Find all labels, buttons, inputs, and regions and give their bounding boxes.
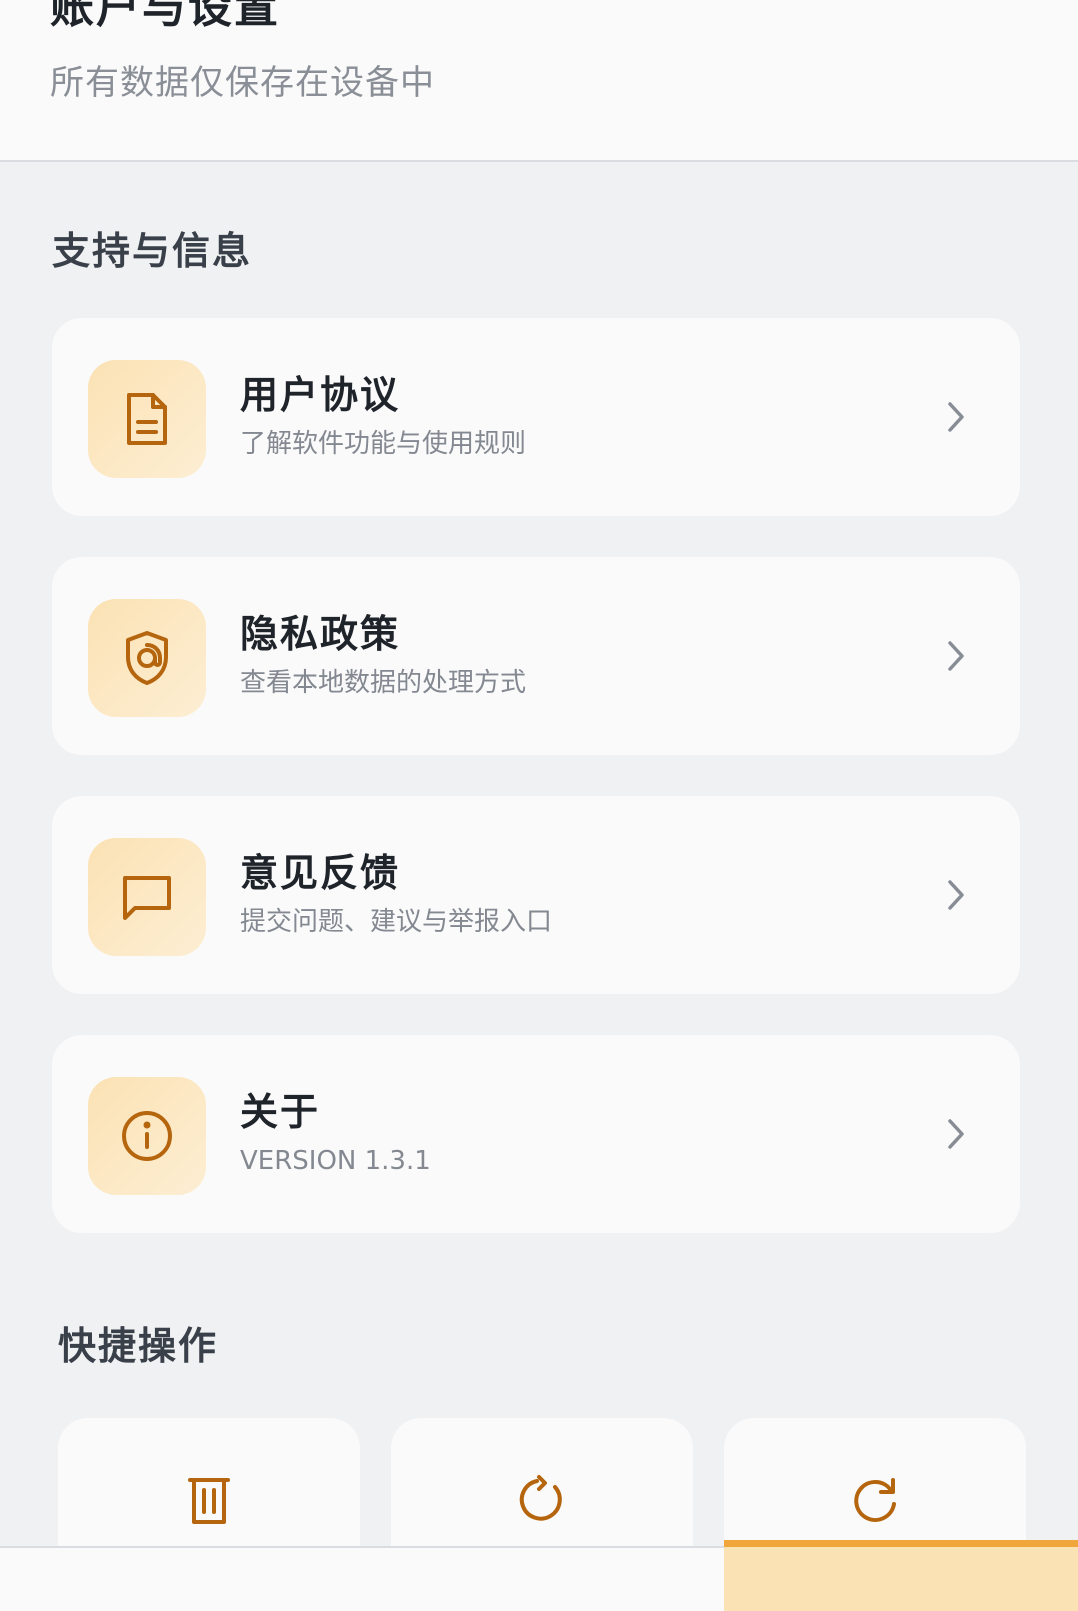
chevron-right-icon [936,636,976,676]
item-title: 意见反馈 [240,851,401,895]
item-subtitle: 查看本地数据的处理方式 [240,668,527,698]
message-icon [88,838,206,956]
chevron-right-icon [936,1114,976,1154]
document-icon [88,360,206,478]
refresh-icon [845,1470,905,1530]
chevron-right-icon [936,875,976,915]
page-subtitle: 所有数据仅保存在设备中 [50,63,435,103]
feedback-item[interactable]: 意见反馈 提交问题、建议与举报入口 [52,796,1020,994]
reset-icon [512,1470,572,1530]
page-header: 账户与设置 所有数据仅保存在设备中 [0,0,1078,162]
about-item[interactable]: 关于 VERSION 1.3.1 [52,1035,1020,1233]
section-title-support: 支持与信息 [52,229,253,273]
item-title: 用户协议 [240,373,401,417]
item-title: 隐私政策 [240,612,401,656]
privacy-policy-item[interactable]: 隐私政策 查看本地数据的处理方式 [52,557,1020,755]
privacy-shield-icon [88,599,206,717]
item-subtitle: 了解软件功能与使用规则 [240,429,527,459]
chevron-right-icon [936,397,976,437]
item-subtitle: 提交问题、建议与举报入口 [240,907,553,937]
page-title: 账户与设置 [50,0,280,33]
tab-settings-active[interactable] [724,1540,1078,1611]
version-text: VERSION 1.3.1 [240,1146,431,1176]
trash-icon [179,1470,239,1530]
section-title-quick-actions: 快捷操作 [58,1324,219,1368]
user-agreement-item[interactable]: 用户协议 了解软件功能与使用规则 [52,318,1020,516]
item-title: 关于 [240,1090,321,1134]
info-icon [88,1077,206,1195]
